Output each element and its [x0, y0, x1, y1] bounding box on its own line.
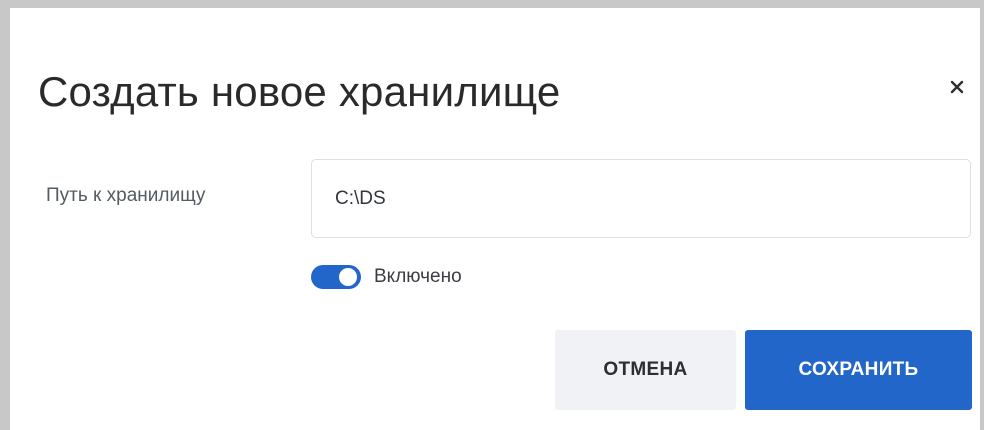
- cancel-button[interactable]: ОТМЕНА: [555, 330, 736, 410]
- enabled-toggle[interactable]: [311, 265, 361, 289]
- path-label: Путь к хранилищу: [46, 185, 206, 206]
- save-button[interactable]: СОХРАНИТЬ: [745, 330, 972, 410]
- dialog-title: Создать новое хранилище: [38, 68, 561, 115]
- close-icon: [950, 80, 964, 94]
- create-storage-dialog: Создать новое хранилище Путь к хранилищу…: [10, 8, 980, 430]
- enabled-toggle-row[interactable]: Включено: [311, 263, 462, 291]
- close-button[interactable]: [942, 72, 972, 102]
- toggle-knob: [339, 268, 357, 286]
- path-input[interactable]: [311, 159, 971, 238]
- enabled-toggle-label: Включено: [374, 266, 462, 287]
